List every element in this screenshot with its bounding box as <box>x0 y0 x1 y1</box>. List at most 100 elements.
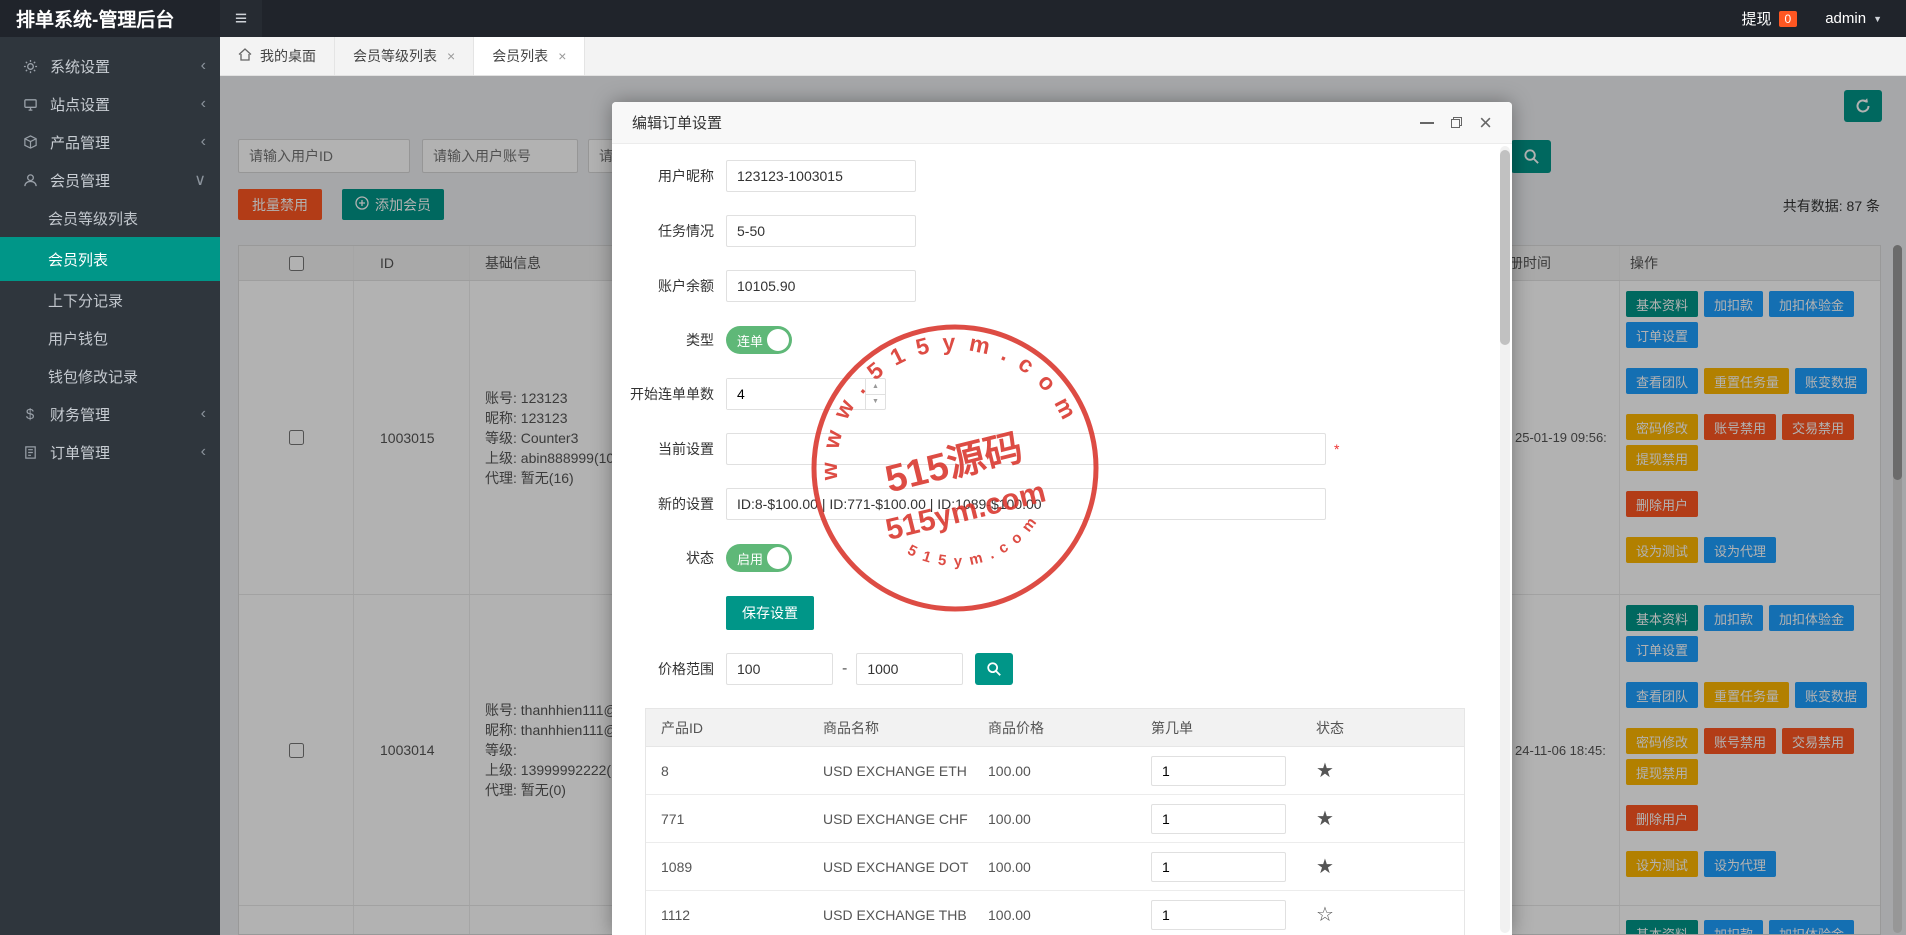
toggle-knob <box>767 547 789 569</box>
current-setting-label: 当前设置 <box>612 439 726 459</box>
withdraw-link[interactable]: 提现 0 <box>1742 8 1798 29</box>
sidebar-item-member-levels[interactable]: 会员等级列表 <box>0 199 220 237</box>
close-icon[interactable]: × <box>447 48 455 64</box>
close-icon[interactable]: × <box>558 48 566 64</box>
tab-member-list[interactable]: 会员列表 × <box>474 37 585 75</box>
maximize-icon[interactable] <box>1450 116 1463 129</box>
nickname-field[interactable] <box>726 160 916 192</box>
start-count-stepper[interactable]: ▲ ▼ <box>726 378 886 410</box>
price-min-field[interactable] <box>726 653 833 685</box>
sidebar-item-label: 订单管理 <box>50 442 110 463</box>
sidebar-item-finance-management[interactable]: $ 财务管理 ‹ <box>0 395 220 433</box>
sidebar: 系统设置 ‹ 站点设置 ‹ 产品管理 ‹ 会员管理 ∨ 会员等级列表 会员列表 … <box>0 37 220 935</box>
chevron-left-icon: ‹ <box>201 405 206 423</box>
gear-icon <box>20 59 40 74</box>
sidebar-item-updown-records[interactable]: 上下分记录 <box>0 281 220 319</box>
star-icon[interactable]: ★ <box>1316 808 1334 830</box>
order-number-field[interactable] <box>1151 852 1286 882</box>
user-menu[interactable]: admin ▼ <box>1825 10 1882 27</box>
status-toggle[interactable]: 启用 <box>726 544 792 572</box>
type-toggle[interactable]: 连单 <box>726 326 792 354</box>
dialog-body: 用户昵称 任务情况 账户余额 类型 连单 开始连单单数 <box>612 144 1512 935</box>
sidebar-item-member-management[interactable]: 会员管理 ∨ <box>0 161 220 199</box>
toggle-knob <box>767 329 789 351</box>
product-price: 100.00 <box>973 859 1136 875</box>
star-icon[interactable]: ★ <box>1316 856 1334 878</box>
dialog-titlebar[interactable]: 编辑订单设置 × <box>612 102 1512 144</box>
star-icon[interactable]: ☆ <box>1316 904 1334 926</box>
stepper-up-icon[interactable]: ▲ <box>866 379 885 395</box>
sidebar-item-user-wallet[interactable]: 用户钱包 <box>0 319 220 357</box>
product-id: 1112 <box>646 907 808 923</box>
price-range-label: 价格范围 <box>612 659 726 679</box>
sidebar-item-member-list[interactable]: 会员列表 <box>0 237 220 281</box>
withdraw-badge: 0 <box>1779 11 1798 27</box>
dollar-icon: $ <box>20 406 40 423</box>
sidebar-submenu-member: 会员等级列表 会员列表 上下分记录 用户钱包 钱包修改记录 <box>0 199 220 395</box>
tab-label: 会员等级列表 <box>353 46 437 66</box>
header-status: 状态 <box>1301 718 1464 738</box>
task-status-field[interactable] <box>726 215 916 247</box>
tab-desktop[interactable]: 我的桌面 <box>220 37 335 75</box>
sidebar-item-label: 财务管理 <box>50 404 110 425</box>
start-count-label: 开始连单单数 <box>612 384 726 404</box>
stepper-down-icon[interactable]: ▼ <box>866 395 885 410</box>
order-number-field[interactable] <box>1151 900 1286 930</box>
chevron-left-icon: ‹ <box>201 443 206 461</box>
order-number-field[interactable] <box>1151 804 1286 834</box>
status-label: 状态 <box>612 548 726 568</box>
caret-down-icon: ▼ <box>1873 14 1882 24</box>
dialog-scrollbar[interactable] <box>1500 146 1510 933</box>
user-icon <box>20 173 40 188</box>
sidebar-item-wallet-logs[interactable]: 钱包修改记录 <box>0 357 220 395</box>
sidebar-item-site-settings[interactable]: 站点设置 ‹ <box>0 85 220 123</box>
monitor-icon <box>20 97 40 112</box>
home-icon <box>238 48 252 64</box>
range-separator: - <box>842 660 847 678</box>
type-label: 类型 <box>612 330 726 350</box>
sidebar-subitem-label: 会员等级列表 <box>48 208 138 229</box>
new-setting-field[interactable] <box>726 488 1326 520</box>
sidebar-subitem-label: 会员列表 <box>48 249 108 270</box>
header-product-id: 产品ID <box>646 718 808 738</box>
balance-field[interactable] <box>726 270 916 302</box>
task-status-label: 任务情况 <box>612 221 726 241</box>
price-search-button[interactable] <box>975 653 1013 685</box>
sidebar-item-order-management[interactable]: 订单管理 ‹ <box>0 433 220 471</box>
toggle-label: 连单 <box>737 331 763 350</box>
tab-member-levels[interactable]: 会员等级列表 × <box>335 37 474 75</box>
topbar: 排单系统-管理后台 ≡ 提现 0 admin ▼ <box>0 0 1906 37</box>
hamburger-icon[interactable]: ≡ <box>220 0 262 37</box>
current-setting-field[interactable] <box>726 433 1326 465</box>
username: admin <box>1825 10 1866 27</box>
product-row: 771 USD EXCHANGE CHF 100.00 ★ <box>646 795 1464 843</box>
search-icon <box>986 661 1002 677</box>
header-product-name: 商品名称 <box>808 718 973 738</box>
chevron-left-icon: ‹ <box>201 57 206 75</box>
product-table-header: 产品ID 商品名称 商品价格 第几单 状态 <box>646 709 1464 747</box>
sidebar-item-product-management[interactable]: 产品管理 ‹ <box>0 123 220 161</box>
dialog-scrollbar-thumb[interactable] <box>1500 150 1510 345</box>
product-id: 1089 <box>646 859 808 875</box>
chevron-left-icon: ‹ <box>201 133 206 151</box>
minimize-icon[interactable] <box>1420 122 1434 124</box>
header-product-price: 商品价格 <box>973 718 1136 738</box>
product-name: USD EXCHANGE DOT <box>808 859 973 875</box>
list-icon <box>20 445 40 460</box>
order-number-field[interactable] <box>1151 756 1286 786</box>
price-max-field[interactable] <box>856 653 963 685</box>
tab-label: 会员列表 <box>492 46 548 66</box>
nickname-label: 用户昵称 <box>612 166 726 186</box>
product-name: USD EXCHANGE CHF <box>808 811 973 827</box>
chevron-down-icon: ∨ <box>194 170 206 190</box>
sidebar-item-label: 系统设置 <box>50 56 110 77</box>
new-setting-label: 新的设置 <box>612 494 726 514</box>
start-count-field[interactable] <box>727 379 865 409</box>
close-icon[interactable]: × <box>1479 112 1492 134</box>
sidebar-item-system-settings[interactable]: 系统设置 ‹ <box>0 47 220 85</box>
chevron-left-icon: ‹ <box>201 95 206 113</box>
star-icon[interactable]: ★ <box>1316 760 1334 782</box>
save-settings-button[interactable]: 保存设置 <box>726 596 814 630</box>
required-mark: * <box>1334 441 1339 457</box>
sidebar-item-label: 产品管理 <box>50 132 110 153</box>
